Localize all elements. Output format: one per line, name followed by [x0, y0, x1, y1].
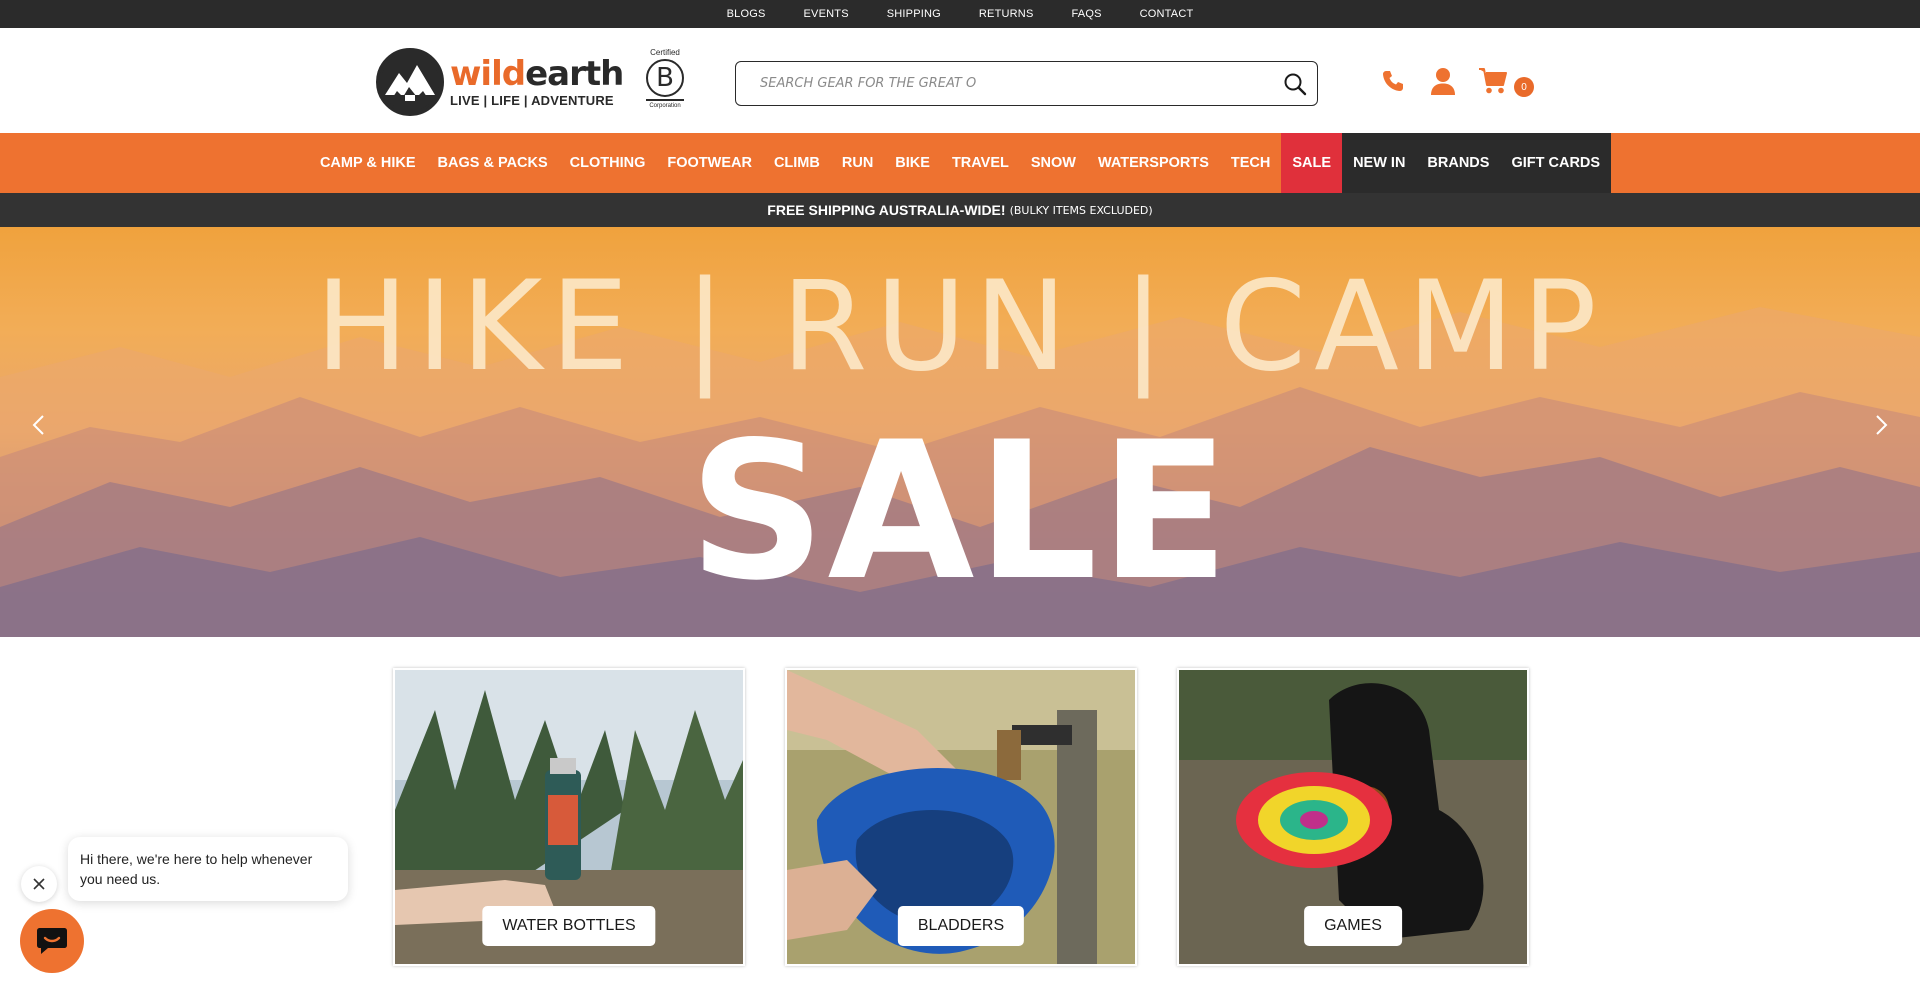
nav-watersports[interactable]: WATERSPORTS: [1087, 133, 1220, 193]
chat-icon[interactable]: [20, 909, 84, 973]
shipping-banner: FREE SHIPPING AUSTRALIA-WIDE! (BULKY ITE…: [0, 193, 1920, 227]
search-bar: [735, 61, 1318, 106]
nav-brands[interactable]: BRANDS: [1416, 133, 1500, 193]
utility-link-contact[interactable]: CONTACT: [1121, 8, 1213, 20]
nav-climb[interactable]: CLIMB: [763, 133, 831, 193]
nav-bike[interactable]: BIKE: [884, 133, 941, 193]
nav-tech[interactable]: TECH: [1220, 133, 1281, 193]
close-icon[interactable]: [21, 866, 57, 902]
logo-wordmark: wildearth: [450, 53, 624, 94]
nav-travel[interactable]: TRAVEL: [941, 133, 1020, 193]
account-icon[interactable]: [1426, 64, 1460, 98]
site-header: wildearth LIVE | LIFE | ADVENTURE Certif…: [0, 28, 1920, 133]
search-icon[interactable]: [1273, 62, 1317, 106]
nav-footwear[interactable]: FOOTWEAR: [656, 133, 763, 193]
utility-link-returns[interactable]: RETURNS: [960, 8, 1053, 20]
site-logo[interactable]: wildearth LIVE | LIFE | ADVENTURE: [376, 48, 624, 116]
utility-nav: BLOGS EVENTS SHIPPING RETURNS FAQS CONTA…: [0, 0, 1920, 28]
phone-icon[interactable]: [1376, 64, 1410, 98]
category-tile-bladders[interactable]: BLADDERS: [785, 668, 1137, 966]
hero-sale-title: SALE: [688, 401, 1232, 622]
nav-sale[interactable]: SALE: [1281, 133, 1343, 193]
nav-new-in[interactable]: NEW IN: [1342, 133, 1416, 193]
category-tile-games[interactable]: GAMES: [1177, 668, 1529, 966]
hero-heading: HIKE | RUN | CAMP: [315, 255, 1605, 399]
nav-camp-hike[interactable]: CAMP & HIKE: [309, 133, 427, 193]
chevron-right-icon[interactable]: [1870, 413, 1894, 437]
tile-label: WATER BOTTLES: [482, 906, 656, 946]
main-nav: CAMP & HIKE BAGS & PACKS CLOTHING FOOTWE…: [0, 133, 1920, 193]
tile-label: BLADDERS: [897, 906, 1025, 946]
shipping-main-text: FREE SHIPPING AUSTRALIA-WIDE!: [767, 202, 1006, 218]
category-tiles: WATER BOTTLES BLADDERS GAMES: [393, 668, 1529, 966]
utility-link-blogs[interactable]: BLOGS: [708, 8, 785, 20]
bcorp-badge: Certified B Corporation: [644, 48, 686, 116]
nav-snow[interactable]: SNOW: [1020, 133, 1087, 193]
logo-tagline: LIVE | LIFE | ADVENTURE: [450, 92, 614, 108]
category-tile-water-bottles[interactable]: WATER BOTTLES: [393, 668, 745, 966]
hero-banner[interactable]: HIKE | RUN | CAMP SALE: [0, 227, 1920, 637]
search-input[interactable]: [736, 62, 1273, 105]
tile-label: GAMES: [1304, 906, 1402, 946]
nav-clothing[interactable]: CLOTHING: [559, 133, 657, 193]
nav-run[interactable]: RUN: [831, 133, 884, 193]
utility-link-shipping[interactable]: SHIPPING: [868, 8, 960, 20]
chat-greeting[interactable]: Hi there, we're here to help whenever yo…: [68, 837, 348, 901]
utility-link-events[interactable]: EVENTS: [785, 8, 868, 20]
utility-link-faqs[interactable]: FAQS: [1052, 8, 1120, 20]
cart-count-badge: 0: [1514, 77, 1534, 97]
chevron-left-icon[interactable]: [26, 413, 50, 437]
cart-icon[interactable]: [1476, 64, 1510, 98]
nav-gift-cards[interactable]: GIFT CARDS: [1500, 133, 1611, 193]
logo-mountain-icon: [376, 48, 444, 116]
nav-bags-packs[interactable]: BAGS & PACKS: [427, 133, 559, 193]
shipping-note-text: (BULKY ITEMS EXCLUDED): [1009, 203, 1153, 217]
